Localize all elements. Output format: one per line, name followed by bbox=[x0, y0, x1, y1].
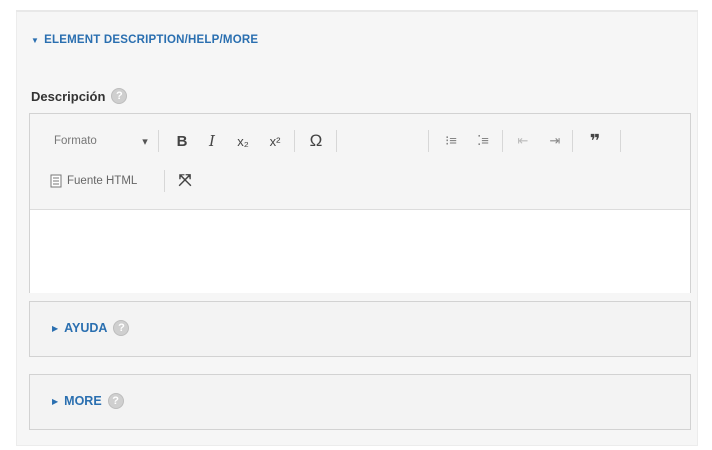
help-icon[interactable]: ? bbox=[111, 88, 128, 104]
toolbar-separator bbox=[294, 130, 295, 152]
toolbar-separator bbox=[158, 130, 159, 152]
blockquote-button[interactable]: ❞ bbox=[580, 128, 610, 154]
source-html-label: Fuente HTML bbox=[67, 175, 138, 187]
collapse-triangle-icon: ▼ bbox=[31, 35, 40, 45]
numbered-list-button[interactable]: ⁝≡ bbox=[438, 128, 464, 154]
format-dropdown-label: Formato bbox=[54, 135, 97, 147]
section-toggle[interactable]: ▼ ELEMENT DESCRIPTION/HELP/MORE bbox=[31, 34, 258, 46]
source-html-button[interactable]: Fuente HTML bbox=[50, 168, 158, 194]
element-description-panel: ▼ ELEMENT DESCRIPTION/HELP/MORE Descripc… bbox=[16, 12, 698, 446]
toolbar-separator bbox=[428, 130, 429, 152]
toolbar-separator bbox=[164, 170, 165, 192]
more-title: MORE bbox=[64, 394, 102, 408]
section-title: ELEMENT DESCRIPTION/HELP/MORE bbox=[44, 34, 259, 46]
editor-content-area[interactable] bbox=[30, 210, 690, 293]
indent-button[interactable]: ⇥ bbox=[542, 128, 568, 154]
superscript-button[interactable]: x² bbox=[262, 128, 288, 154]
outdent-button[interactable]: ⇤ bbox=[510, 128, 536, 154]
description-label: Descripción bbox=[31, 88, 106, 104]
format-dropdown[interactable]: Formato bbox=[54, 128, 114, 154]
ayuda-collapsible[interactable]: ▶ AYUDA ? bbox=[29, 301, 691, 357]
expand-triangle-icon: ▶ bbox=[52, 323, 59, 333]
maximize-icon: ⤧ bbox=[178, 172, 192, 189]
toolbar-separator bbox=[336, 130, 337, 152]
more-collapsible[interactable]: ▶ MORE ? bbox=[29, 374, 691, 430]
help-icon[interactable]: ? bbox=[107, 393, 124, 409]
help-icon[interactable]: ? bbox=[113, 320, 130, 336]
document-icon bbox=[50, 174, 62, 188]
bullet-list-button[interactable]: ⁚≡ bbox=[470, 128, 496, 154]
chevron-down-icon[interactable]: ▾ bbox=[138, 128, 152, 154]
description-label-row: Descripción ? bbox=[31, 88, 128, 104]
toolbar-row-1: Formato ▾ B I x₂ x² Ω ⁝≡ ⁚≡ ⇤ ⇥ ❞ bbox=[30, 126, 690, 156]
maximize-button[interactable]: ⤧ bbox=[172, 168, 198, 194]
bold-button[interactable]: B bbox=[170, 128, 194, 154]
toolbar-separator bbox=[620, 130, 621, 152]
italic-button[interactable]: I bbox=[200, 128, 224, 154]
toolbar-separator bbox=[572, 130, 573, 152]
expand-triangle-icon: ▶ bbox=[52, 396, 59, 406]
rich-text-editor: Formato ▾ B I x₂ x² Ω ⁝≡ ⁚≡ ⇤ ⇥ ❞ Fuente… bbox=[29, 113, 691, 293]
toolbar-separator bbox=[502, 130, 503, 152]
editor-toolbar: Formato ▾ B I x₂ x² Ω ⁝≡ ⁚≡ ⇤ ⇥ ❞ Fuente… bbox=[30, 114, 690, 210]
ayuda-toggle[interactable]: ▶ AYUDA ? bbox=[52, 320, 130, 336]
more-toggle[interactable]: ▶ MORE ? bbox=[52, 393, 124, 409]
subscript-button[interactable]: x₂ bbox=[230, 128, 256, 154]
toolbar-row-2: Fuente HTML ⤧ bbox=[30, 166, 690, 196]
special-character-button[interactable]: Ω bbox=[302, 128, 330, 154]
ayuda-title: AYUDA bbox=[64, 321, 108, 335]
